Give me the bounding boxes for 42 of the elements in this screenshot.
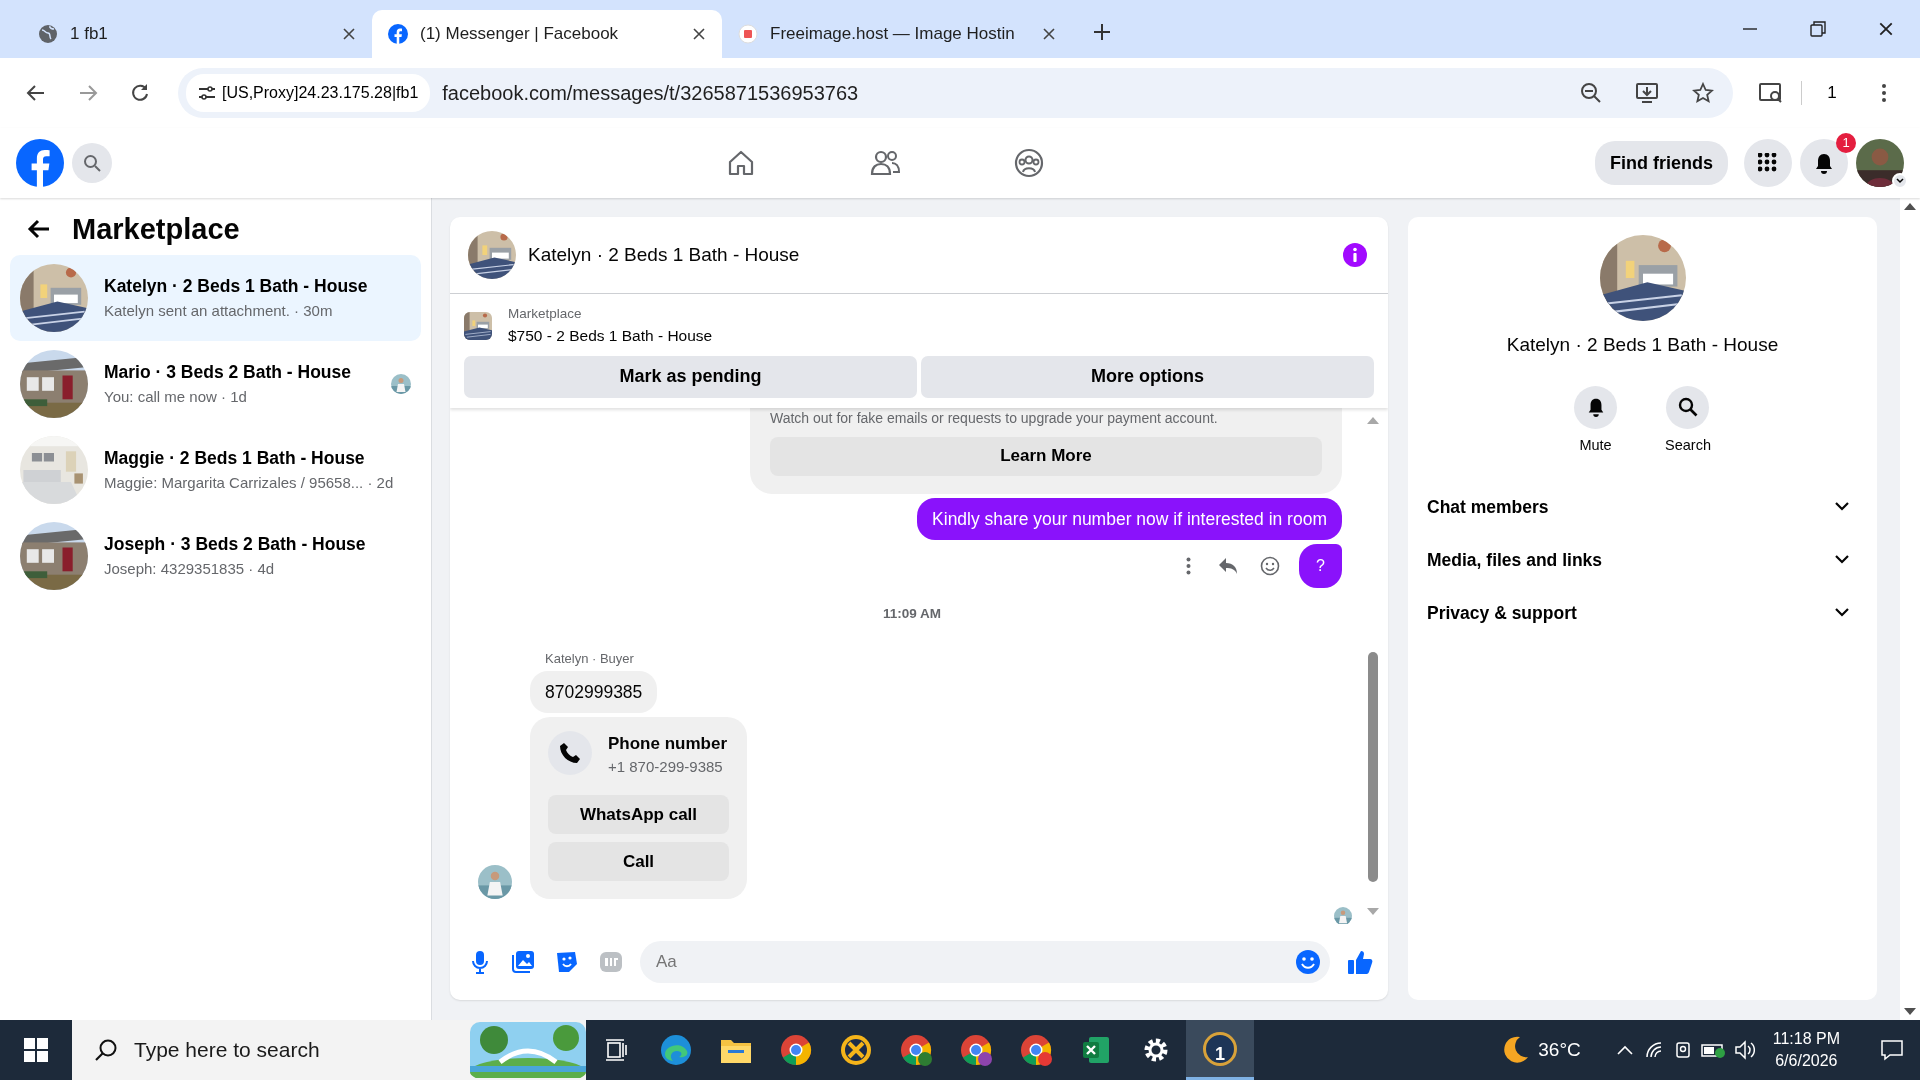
- notice-text: Watch out for fake emails or requests to upgrade your payment account.: [770, 408, 1219, 428]
- section-toggle[interactable]: Chat members: [1424, 480, 1861, 534]
- contact-name: Katelyn · 2 Beds 1 Bath - House: [1506, 333, 1779, 357]
- phone-number: +1 870-299-9385: [608, 757, 724, 778]
- find-friends-button[interactable]: Find friends: [1595, 141, 1728, 185]
- action-button[interactable]: More options: [921, 355, 1374, 398]
- listing-title: $750 - 2 Beds 1 Bath - House: [508, 326, 713, 347]
- conversation-item[interactable]: Mario · 3 Beds 2 Bath - House You: call me now · 1d: [10, 340, 421, 427]
- contact-title: Phone number: [608, 732, 727, 755]
- browser-tab[interactable]: (1) Messenger | Facebook: [372, 10, 722, 58]
- app-button[interactable]: 1: [1186, 1020, 1254, 1080]
- listing-label: Marketplace: [508, 305, 583, 323]
- clock-date: 6/6/2026: [1774, 1051, 1839, 1071]
- message-field[interactable]: Aa: [654, 948, 1294, 976]
- section-toggle[interactable]: Media, files and links: [1424, 533, 1861, 587]
- learn-more-button[interactable]: Learn More: [770, 436, 1322, 476]
- composer-bar[interactable]: Aa: [640, 941, 1330, 983]
- conversation-item[interactable]: Joseph · 3 Beds 2 Bath - House Joseph: 4329351835 · 4d: [10, 512, 421, 599]
- sender-name: Katelyn · Buyer: [545, 650, 634, 668]
- message-bubble: 8702999385: [530, 670, 658, 713]
- search-field[interactable]: Type here to search: [132, 1033, 456, 1067]
- url-text: facebook.com/messages/t/3265871536953763: [442, 81, 860, 106]
- call-button[interactable]: WhatsApp call: [548, 794, 729, 834]
- browser-tab[interactable]: 1 fb1: [22, 10, 372, 58]
- sidebar-title: Marketplace: [72, 212, 240, 247]
- timestamp: 11:09 AM: [882, 604, 942, 623]
- call-button[interactable]: Call: [548, 841, 729, 881]
- temperature: 36°C: [1538, 1037, 1581, 1062]
- action-button[interactable]: Mark as pending: [464, 355, 917, 398]
- section-toggle[interactable]: Privacy & support: [1424, 586, 1861, 640]
- search-panel[interactable]: Type here to search: [72, 1020, 586, 1080]
- clock-time: 11:18 PM: [1772, 1029, 1840, 1050]
- message-bubble: ?: [1299, 543, 1342, 588]
- browser-tab[interactable]: Freeimage.host — Image Hostin: [722, 10, 1072, 58]
- chat-title: Katelyn · 2 Beds 1 Bath - House: [528, 242, 801, 267]
- site-info-chip[interactable]: [US,Proxy]24.23.175.28|fb1: [186, 74, 431, 112]
- conversation-item[interactable]: Katelyn · 2 Beds 1 Bath - House Katelyn sent an attachment. · 30m: [10, 254, 421, 341]
- message-bubble: Kindly share your number now if interested in room: [917, 497, 1342, 540]
- address-bar[interactable]: [US,Proxy]24.23.175.28|fb1 facebook.com/messages/t/3265871536953763: [178, 68, 1733, 118]
- profile-count-button[interactable]: 1: [1810, 71, 1854, 115]
- conversation-item[interactable]: Maggie · 2 Beds 1 Bath - House Maggie: Margarita Carrizales / 95658... · 2d: [10, 426, 421, 513]
- notification-count: 1: [1836, 133, 1856, 153]
